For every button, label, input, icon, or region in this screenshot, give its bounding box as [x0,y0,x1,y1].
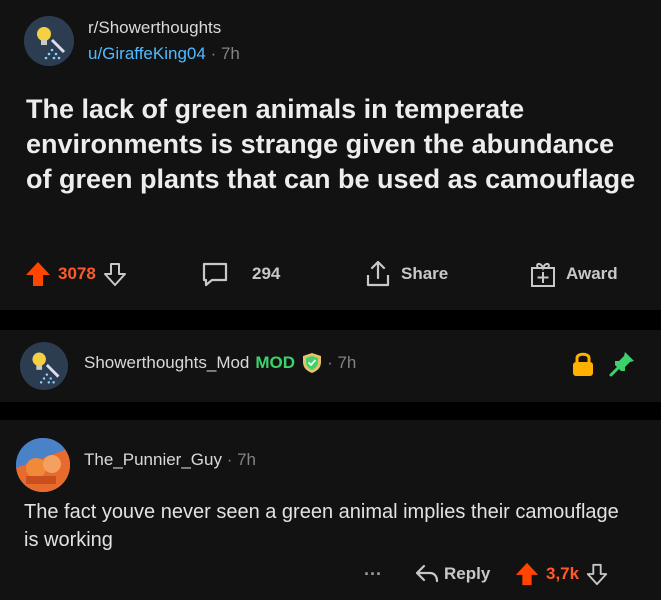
comment: The_Punnier_Guy · 7h The fact youve neve… [0,420,661,600]
post-card: r/Showerthoughts u/GiraffeKing04 · 7h Th… [0,0,661,310]
lock-icon [570,350,596,383]
comments-button[interactable]: 294 [200,250,280,298]
divider [0,402,661,420]
shield-icon [301,352,323,374]
divider [0,310,661,330]
comment-bubble-icon [200,260,230,288]
post-actions: 3078 294 Share Award [0,250,661,298]
comment-vote-group: 3,7k [514,556,609,592]
comment-actions: ··· Reply 3,7k [0,556,661,592]
post-meta: u/GiraffeKing04 · 7h [88,44,240,64]
post-title[interactable]: The lack of green animals in temperate e… [26,92,646,197]
share-button[interactable]: Share [363,250,448,298]
snoo-avatar-icon [16,438,70,492]
reply-icon [414,562,440,586]
subreddit-avatar[interactable] [24,16,74,66]
comment-score: 3,7k [546,564,580,583]
downvote-icon[interactable] [102,261,128,287]
post-author[interactable]: u/GiraffeKing04 [88,44,206,63]
shower-icon [24,16,74,66]
award-label: Award [566,264,618,283]
upvote-icon[interactable] [24,260,52,288]
more-options-button[interactable]: ··· [364,556,382,592]
share-label: Share [401,264,449,283]
meta-separator: · [210,44,217,63]
share-icon [363,259,393,289]
user-avatar[interactable] [16,438,70,492]
post-score: 3078 [58,264,96,283]
reply-button[interactable]: Reply [414,556,490,592]
subreddit-name[interactable]: r/Showerthoughts [88,18,221,38]
downvote-icon[interactable] [585,562,609,586]
mod-comment: Showerthoughts_Mod MOD · 7h [0,330,661,402]
post-age: 7h [220,44,240,63]
award-icon [528,259,558,289]
vote-group: 3078 [24,250,128,298]
comments-count: 294 [252,264,281,283]
shower-icon [20,342,68,390]
comment-body: The fact youve never seen a green animal… [24,501,619,551]
reply-label: Reply [444,564,491,583]
mod-avatar[interactable] [20,342,68,390]
comment-author-line: The_Punnier_Guy · 7h [84,450,256,470]
comment-author[interactable]: The_Punnier_Guy [84,450,222,469]
mod-author-line: Showerthoughts_Mod MOD · 7h [84,352,356,374]
mod-author[interactable]: Showerthoughts_Mod [84,353,249,373]
mod-time: · 7h [327,353,357,372]
award-button[interactable]: Award [528,250,618,298]
upvote-icon[interactable] [514,561,540,587]
pin-icon [608,350,636,383]
mod-badge: MOD [255,353,296,372]
comment-time: · 7h [226,450,257,469]
